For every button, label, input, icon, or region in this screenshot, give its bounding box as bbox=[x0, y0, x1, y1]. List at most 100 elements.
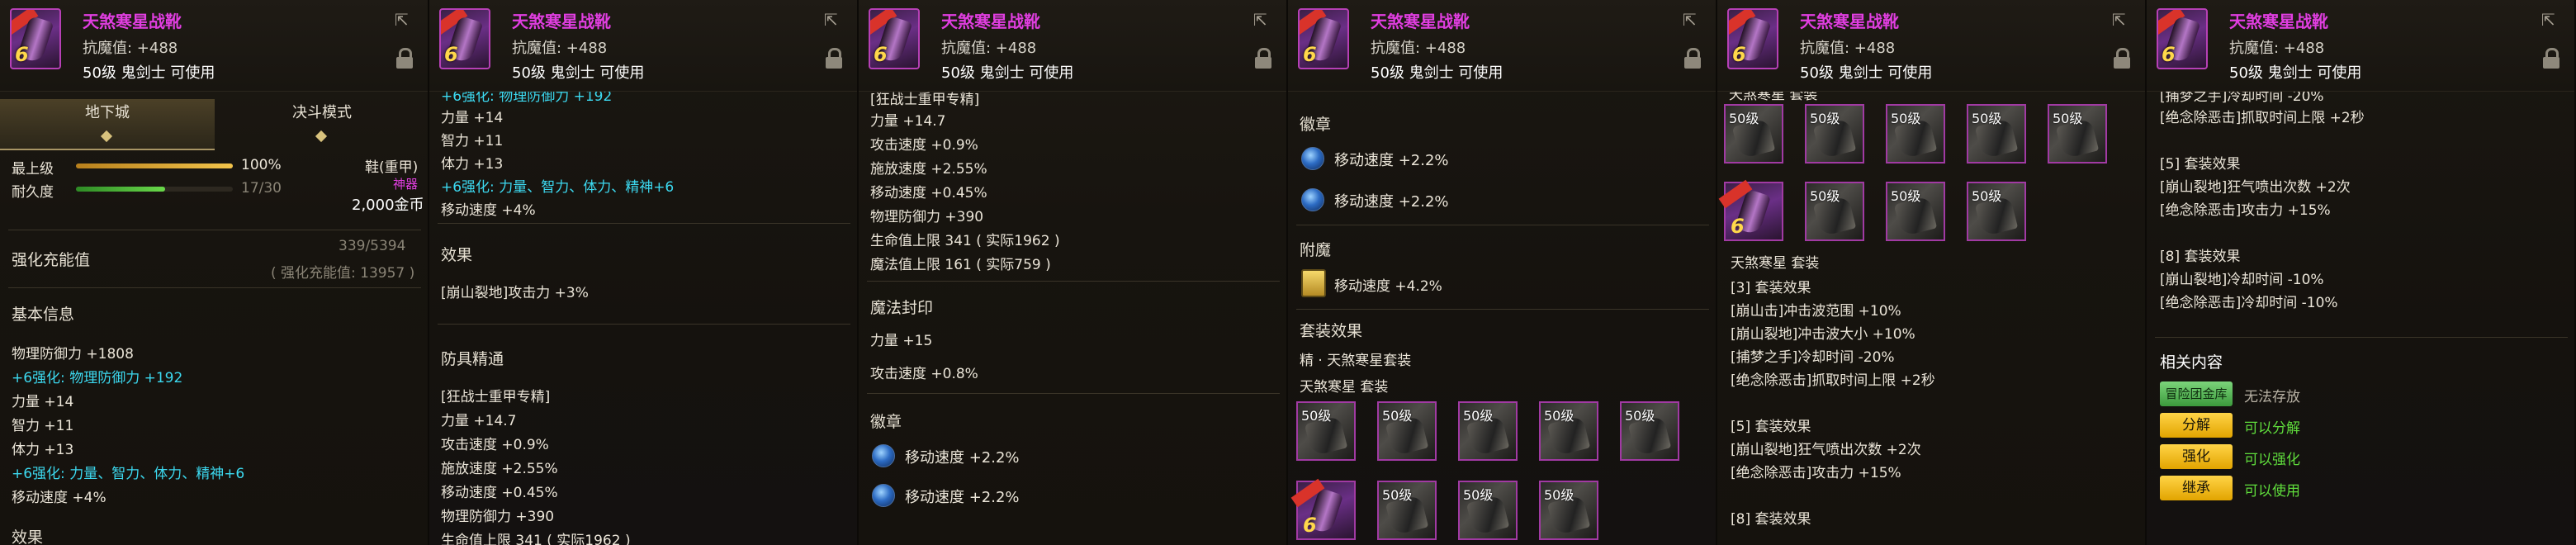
set-slot[interactable]: 50级 bbox=[1805, 104, 1864, 164]
stat-line: 物理防御力 +1808 bbox=[12, 346, 134, 363]
set-slot[interactable]: 50级 bbox=[1539, 401, 1598, 461]
emblem-icon bbox=[1301, 147, 1324, 170]
share-icon[interactable]: ⇱ bbox=[824, 10, 842, 30]
set-slot[interactable]: 50级 bbox=[1967, 104, 2026, 164]
set-slot[interactable]: 50级 bbox=[1539, 481, 1598, 540]
price: 2,000金币 bbox=[352, 197, 424, 214]
related-title: 相关内容 bbox=[2160, 353, 2223, 372]
emblem-line: 移动速度 +2.2% bbox=[1334, 152, 1449, 169]
set-slot[interactable]: 50级 bbox=[1458, 481, 1518, 540]
set-name: 精 · 天煞寒星套装 bbox=[1300, 353, 1412, 369]
item-header: 6 天煞寒星战靴 抗魔值: +488 50级 鬼剑士 可使用 ⇱ bbox=[1288, 0, 1716, 92]
set-slot[interactable]: 50级 bbox=[1724, 104, 1783, 164]
stat-line: 力量 +14 bbox=[12, 394, 74, 410]
set3-line: [绝念除恶击]抓取时间上限 +2秒 bbox=[1731, 372, 1935, 389]
set5-line: [绝念除恶击]攻击力 +15% bbox=[2160, 202, 2331, 219]
stat-line: +6强化: 力量、智力、体力、精神+6 bbox=[441, 179, 675, 196]
stat-line: 体力 +13 bbox=[12, 442, 74, 458]
tab-dungeon[interactable]: 地下城 bbox=[0, 99, 215, 150]
set8-title: [8] 套装效果 bbox=[1731, 511, 1811, 528]
stat-line: 力量 +14 bbox=[441, 110, 504, 126]
set3-line: [崩山裂地]冲击波大小 +10% bbox=[1731, 326, 1915, 343]
mastery-line: 物理防御力 +390 bbox=[870, 209, 984, 225]
tab-duel[interactable]: 决斗模式 bbox=[215, 99, 428, 149]
item-stat: 抗魔值: +488 bbox=[941, 40, 1037, 57]
lock-icon[interactable] bbox=[2114, 48, 2130, 69]
set-slot[interactable]: 50级 bbox=[1377, 401, 1437, 461]
set-slot[interactable]: 50级 bbox=[1296, 401, 1356, 461]
tooltip-panel-3: 6 天煞寒星战靴 抗魔值: +488 50级 鬼剑士 可使用 ⇱ [狂战士重甲专… bbox=[859, 0, 1288, 545]
enchant-card-icon bbox=[1301, 269, 1326, 297]
stat-line: 智力 +11 bbox=[12, 418, 74, 434]
emblem-line: 移动速度 +2.2% bbox=[1334, 193, 1449, 211]
item-requirement: 50级 鬼剑士 可使用 bbox=[1800, 64, 1933, 82]
mastery-line: 生命值上限 341 ( 实际1962 ) bbox=[870, 233, 1060, 249]
divider bbox=[867, 393, 1280, 394]
mastery-line: 物理防御力 +390 bbox=[441, 509, 555, 525]
lock-icon[interactable] bbox=[396, 48, 413, 69]
lock-icon[interactable] bbox=[2543, 48, 2559, 69]
item-requirement: 50级 鬼剑士 可使用 bbox=[512, 64, 645, 82]
item-requirement: 50级 鬼剑士 可使用 bbox=[2229, 64, 2362, 82]
set-slot-equipped[interactable]: 6 bbox=[1290, 478, 1356, 540]
mastery-line: 移动速度 +0.45% bbox=[441, 485, 558, 501]
stat-line: 体力 +13 bbox=[441, 156, 504, 173]
set5-line: [崩山裂地]狂气喷出次数 +2次 bbox=[1731, 442, 1921, 458]
enchant-line: 移动速度 +4.2% bbox=[1334, 278, 1442, 295]
share-icon[interactable]: ⇱ bbox=[1253, 10, 1271, 30]
lock-icon[interactable] bbox=[826, 48, 842, 69]
tooltip-strip: 6 天煞寒星战靴 抗魔值: +488 50级 鬼剑士 可使用 ⇱ 地下城 决斗模… bbox=[0, 0, 2576, 545]
related-button[interactable]: 冒险团金库 bbox=[2160, 382, 2233, 406]
rarity-label: 神器 bbox=[393, 177, 419, 192]
set-slot[interactable]: 50级 bbox=[1620, 401, 1679, 461]
share-icon[interactable]: ⇱ bbox=[395, 10, 413, 30]
item-name: 天煞寒星战靴 bbox=[83, 12, 182, 31]
divider bbox=[438, 324, 850, 325]
stat-line: +6强化: 物理防御力 +192 bbox=[12, 370, 183, 386]
related-button[interactable]: 分解 bbox=[2160, 413, 2233, 438]
mode-tabs: 地下城 决斗模式 bbox=[0, 99, 428, 150]
divider bbox=[867, 281, 1280, 282]
share-icon[interactable]: ⇱ bbox=[2112, 10, 2130, 30]
related-button[interactable]: 强化 bbox=[2160, 444, 2233, 469]
set3-title: [3] 套装效果 bbox=[1731, 280, 1811, 296]
divider bbox=[8, 287, 421, 288]
item-name: 天煞寒星战靴 bbox=[2229, 12, 2328, 31]
item-header: 6 天煞寒星战靴 抗魔值: +488 50级 鬼剑士 可使用 ⇱ bbox=[1717, 0, 2145, 92]
mastery-line: 力量 +14.7 bbox=[870, 113, 946, 130]
tooltip-panel-2: 6 天煞寒星战靴 抗魔值: +488 50级 鬼剑士 可使用 ⇱ +6强化: 物… bbox=[429, 0, 859, 545]
item-stat: 抗魔值: +488 bbox=[2229, 40, 2325, 57]
set8-line: [绝念除恶击]冷却时间 -10% bbox=[2160, 295, 2338, 311]
set-slot[interactable]: 50级 bbox=[1458, 401, 1518, 461]
share-icon[interactable]: ⇱ bbox=[1683, 10, 1701, 30]
mastery-title: 防具精通 bbox=[441, 350, 504, 368]
item-requirement: 50级 鬼剑士 可使用 bbox=[941, 64, 1074, 82]
enchant-title: 附魔 bbox=[1300, 241, 1332, 259]
set-title: 套装效果 bbox=[1300, 322, 1363, 340]
top-line: [绝念除恶击]抓取时间上限 +2秒 bbox=[2160, 110, 2365, 126]
item-requirement: 50级 鬼剑士 可使用 bbox=[1371, 64, 1503, 82]
set-slot[interactable]: 50级 bbox=[1805, 182, 1864, 241]
set-slot[interactable]: 50级 bbox=[1967, 182, 2026, 241]
related-button-note: 可以强化 bbox=[2244, 452, 2300, 468]
mastery-line: 攻击速度 +0.9% bbox=[870, 137, 978, 154]
mastery-line: 攻击速度 +0.9% bbox=[441, 437, 549, 453]
set-slot-equipped[interactable]: 6 bbox=[1718, 179, 1783, 241]
set5-title: [5] 套装效果 bbox=[2160, 156, 2241, 173]
set-slot[interactable]: 50级 bbox=[1886, 104, 1945, 164]
lock-icon[interactable] bbox=[1255, 48, 1271, 69]
divider bbox=[2155, 337, 2568, 338]
durability-value: 17/30 bbox=[241, 180, 282, 197]
item-stat: 抗魔值: +488 bbox=[512, 40, 608, 57]
set-sub: 天煞寒星 套装 bbox=[1731, 255, 1820, 272]
share-icon[interactable]: ⇱ bbox=[2541, 10, 2559, 30]
set-slot[interactable]: 50级 bbox=[2048, 104, 2107, 164]
boots-icon: 6 bbox=[10, 8, 61, 69]
set-slot[interactable]: 50级 bbox=[1886, 182, 1945, 241]
mastery-line: 施放速度 +2.55% bbox=[870, 161, 987, 178]
lock-icon[interactable] bbox=[1684, 48, 1701, 69]
stat-line: 移动速度 +4% bbox=[12, 490, 107, 506]
related-button[interactable]: 继承 bbox=[2160, 476, 2233, 500]
set-slot[interactable]: 50级 bbox=[1377, 481, 1437, 540]
emblem-title: 徽章 bbox=[870, 413, 902, 431]
